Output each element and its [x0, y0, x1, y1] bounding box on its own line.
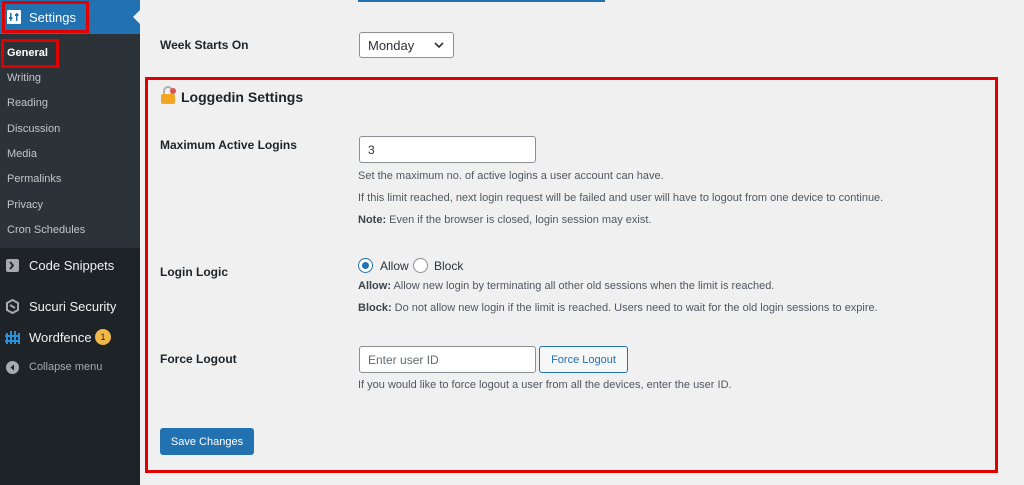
- collapse-icon: [6, 361, 19, 374]
- force-logout-description: If you would like to force logout a user…: [358, 379, 732, 391]
- force-logout-label: Force Logout: [160, 352, 237, 366]
- sidebar-item-label: Code Snippets: [29, 258, 115, 273]
- allow-desc-label: Allow:: [358, 280, 391, 292]
- code-snippets-icon: [6, 259, 19, 272]
- allow-description: Allow: Allow new login by terminating al…: [358, 280, 774, 292]
- admin-sidebar: Settings General Writing Reading Discuss…: [0, 0, 140, 485]
- chevron-down-icon: [434, 42, 444, 49]
- block-desc-label: Block:: [358, 302, 392, 314]
- week-starts-on-label: Week Starts On: [160, 38, 249, 52]
- sucuri-icon: [6, 299, 19, 314]
- force-logout-button[interactable]: Force Logout: [539, 346, 628, 373]
- submenu-item-media[interactable]: Media: [7, 148, 37, 160]
- block-radio-label[interactable]: Block: [434, 259, 463, 273]
- sidebar-item-settings[interactable]: Settings: [0, 0, 140, 34]
- select-value: Monday: [368, 38, 415, 53]
- max-logins-description: Set the maximum no. of active logins a u…: [358, 170, 664, 182]
- highlight-box: [2, 1, 89, 33]
- collapse-menu-button[interactable]: Collapse menu: [0, 356, 140, 380]
- block-desc-text: Do not allow new login if the limit is r…: [391, 302, 878, 314]
- max-logins-field[interactable]: [360, 137, 535, 162]
- sidebar-item-sucuri-security[interactable]: Sucuri Security: [0, 295, 140, 319]
- link-underline: [358, 0, 605, 2]
- current-menu-arrow: [133, 10, 140, 24]
- notification-badge: 1: [95, 329, 111, 345]
- section-title: Loggedin Settings: [181, 89, 304, 105]
- save-changes-button[interactable]: Save Changes: [160, 428, 254, 455]
- week-starts-on-select[interactable]: Monday: [359, 32, 454, 58]
- sidebar-item-label: Sucuri Security: [29, 299, 117, 314]
- submenu-item-cron-schedules[interactable]: Cron Schedules: [7, 224, 85, 236]
- max-logins-input[interactable]: [359, 136, 536, 163]
- max-logins-description-2: If this limit reached, next login reques…: [358, 192, 884, 204]
- user-id-input[interactable]: [359, 346, 536, 373]
- submenu-item-privacy[interactable]: Privacy: [7, 199, 43, 211]
- sidebar-item-code-snippets[interactable]: Code Snippets: [0, 254, 140, 278]
- highlight-box: [1, 39, 59, 68]
- sidebar-item-label: Wordfence: [29, 330, 92, 345]
- block-description: Block: Do not allow new login if the lim…: [358, 302, 878, 314]
- max-logins-label: Maximum Active Logins: [160, 138, 297, 152]
- highlight-box: [145, 77, 998, 473]
- allow-desc-text: Allow new login by terminating all other…: [391, 280, 775, 292]
- note-text: Even if the browser is closed, login ses…: [386, 214, 652, 226]
- login-logic-label: Login Logic: [160, 265, 228, 279]
- submenu-item-reading[interactable]: Reading: [7, 97, 48, 109]
- block-radio[interactable]: [413, 258, 428, 273]
- user-id-field[interactable]: [360, 347, 535, 372]
- sidebar-item-wordfence[interactable]: Wordfence 1: [0, 326, 140, 350]
- submenu-item-permalinks[interactable]: Permalinks: [7, 173, 61, 185]
- allow-radio-label[interactable]: Allow: [380, 259, 409, 273]
- max-logins-note: Note: Even if the browser is closed, log…: [358, 214, 651, 226]
- lock-icon: [161, 86, 176, 104]
- submenu-item-discussion[interactable]: Discussion: [7, 123, 60, 135]
- submenu-item-writing[interactable]: Writing: [7, 72, 41, 84]
- wordfence-icon: [5, 331, 20, 344]
- allow-radio[interactable]: [358, 258, 373, 273]
- note-label: Note:: [358, 214, 387, 226]
- sidebar-item-label: Collapse menu: [29, 361, 103, 373]
